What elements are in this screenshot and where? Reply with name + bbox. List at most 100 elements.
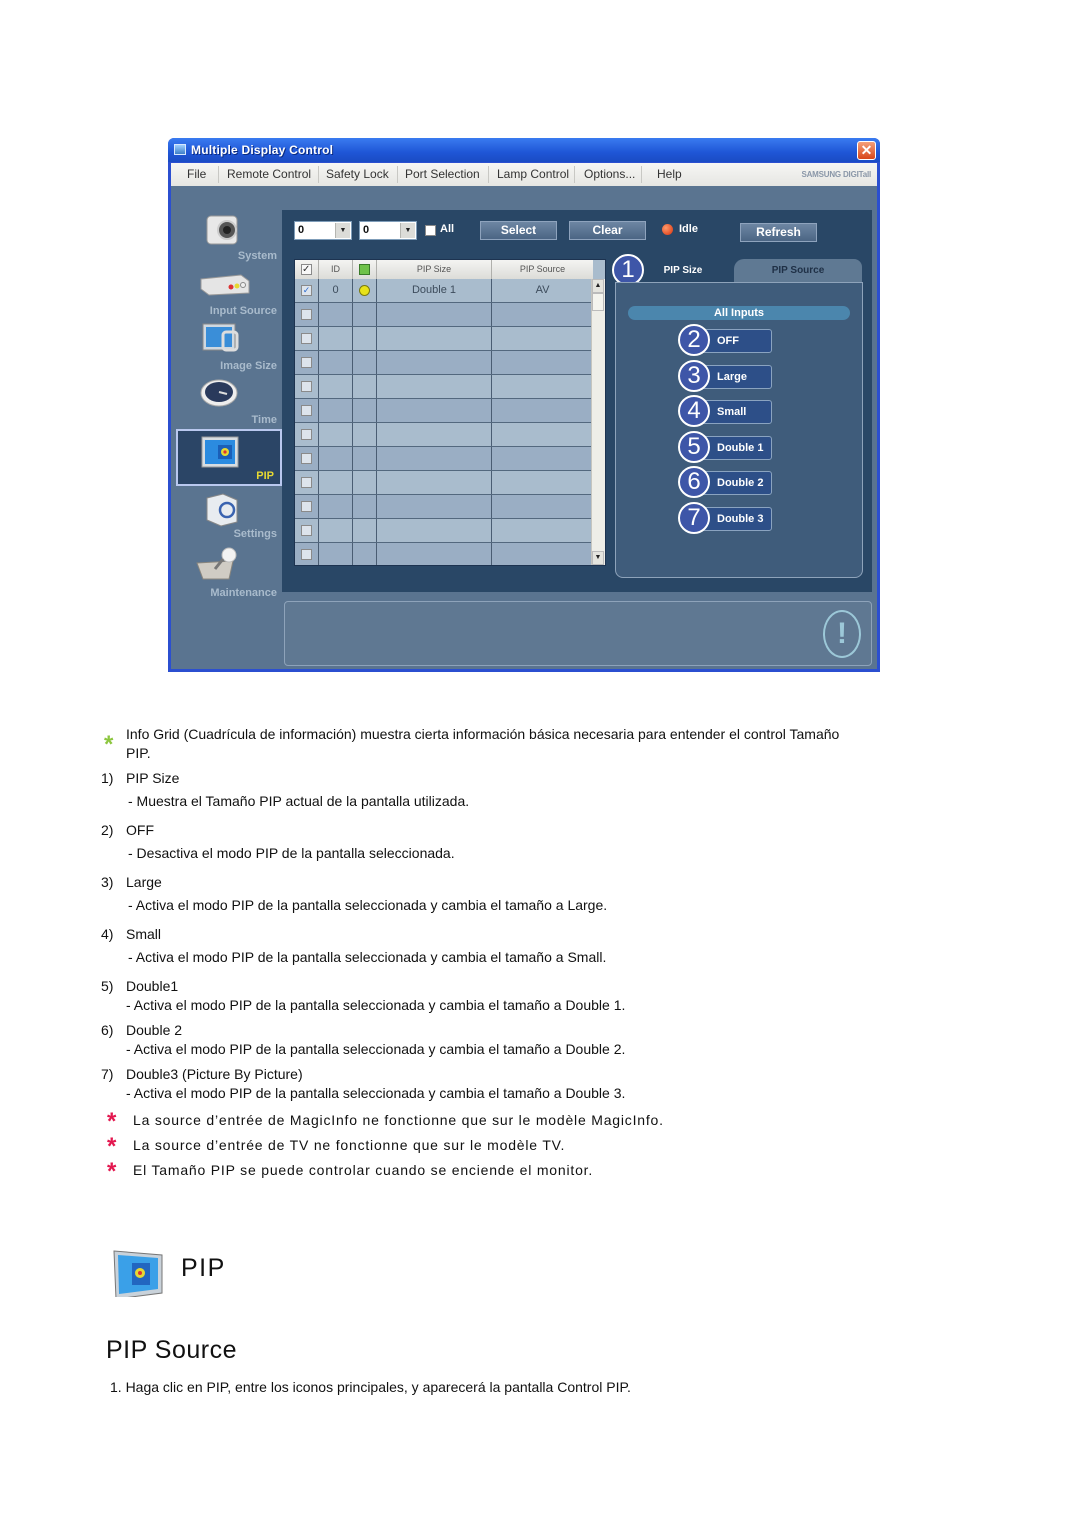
menu-safety-lock[interactable]: Safety Lock bbox=[326, 167, 389, 181]
pip-size-cell bbox=[377, 519, 492, 542]
row-select-cell bbox=[295, 543, 319, 565]
pip-size-cell bbox=[377, 399, 492, 422]
row-checkbox[interactable] bbox=[301, 453, 312, 464]
row-checkbox[interactable] bbox=[301, 357, 312, 368]
scroll-down-icon[interactable]: ▼ bbox=[592, 551, 604, 565]
row-select-cell bbox=[295, 471, 319, 494]
column-header-pip-size: PIP Size bbox=[377, 260, 492, 279]
power-cell bbox=[353, 519, 377, 542]
row-checkbox[interactable] bbox=[301, 549, 312, 560]
power-cell bbox=[353, 447, 377, 470]
pip-size-cell bbox=[377, 543, 492, 565]
table-row[interactable] bbox=[295, 519, 593, 543]
table-row[interactable] bbox=[295, 423, 593, 447]
table-row[interactable] bbox=[295, 399, 593, 423]
scroll-up-icon[interactable]: ▲ bbox=[592, 279, 604, 293]
scroll-thumb[interactable] bbox=[592, 293, 604, 311]
tab-pip-size[interactable]: PIP Size bbox=[640, 259, 726, 283]
row-select-cell bbox=[295, 375, 319, 398]
row-checkbox[interactable] bbox=[301, 309, 312, 320]
tab-pip-source[interactable]: PIP Source bbox=[734, 259, 862, 282]
warning-icon: ! bbox=[823, 610, 861, 658]
item-description: - Activa el modo PIP de la pantalla sele… bbox=[128, 897, 608, 913]
sidebar-item-image-size[interactable]: Image Size bbox=[177, 320, 283, 374]
sidebar-item-time[interactable]: Time bbox=[177, 374, 283, 428]
control-panel: 0 ▼ 0 ▼ All Select Clear Idle Refresh ✓ bbox=[282, 210, 872, 592]
row-select-cell bbox=[295, 519, 319, 542]
table-row[interactable] bbox=[295, 471, 593, 495]
select-all-column-header[interactable]: ✓ bbox=[295, 260, 319, 279]
pip-size-cell bbox=[377, 327, 492, 350]
pip-source-cell bbox=[492, 495, 593, 518]
sidebar-item-maintenance[interactable]: Maintenance bbox=[177, 543, 283, 601]
chevron-down-icon[interactable]: ▼ bbox=[400, 223, 415, 238]
menu-remote-control[interactable]: Remote Control bbox=[227, 167, 311, 181]
settings-cube-icon bbox=[206, 493, 238, 527]
table-row[interactable] bbox=[295, 495, 593, 519]
row-checkbox[interactable] bbox=[301, 381, 312, 392]
menu-options[interactable]: Options... bbox=[584, 167, 635, 181]
id-cell: 0 bbox=[319, 279, 353, 302]
chevron-down-icon[interactable]: ▼ bbox=[335, 223, 350, 238]
power-cell bbox=[353, 423, 377, 446]
menu-port-selection[interactable]: Port Selection bbox=[405, 167, 480, 181]
pip-monitor-icon bbox=[113, 1250, 163, 1297]
id-cell bbox=[319, 375, 353, 398]
sidebar-item-pip[interactable]: PIP bbox=[176, 429, 282, 486]
maintenance-icon bbox=[196, 547, 237, 580]
menu-file[interactable]: File bbox=[187, 167, 206, 181]
title-bar[interactable]: Multiple Display Control ✕ bbox=[168, 138, 880, 162]
item-description: - Activa el modo PIP de la pantalla sele… bbox=[126, 997, 626, 1013]
combo-value: 0 bbox=[363, 224, 370, 236]
item-description: - Activa el modo PIP de la pantalla sele… bbox=[126, 1085, 626, 1101]
sidebar-label: Maintenance bbox=[210, 587, 277, 599]
column-header-pip-source: PIP Source bbox=[519, 264, 566, 274]
grid-scrollbar[interactable]: ▲ ▼ bbox=[591, 279, 605, 565]
monitor-resize-icon bbox=[202, 323, 239, 352]
menu-help[interactable]: Help bbox=[657, 167, 682, 181]
row-select-cell: ✓ bbox=[295, 279, 319, 302]
pip-source-cell bbox=[492, 543, 593, 565]
item-description: - Activa el modo PIP de la pantalla sele… bbox=[126, 1041, 626, 1057]
power-cell bbox=[353, 375, 377, 398]
pip-source-cell bbox=[492, 303, 593, 326]
sidebar-item-system[interactable]: System bbox=[177, 210, 283, 264]
table-row[interactable] bbox=[295, 375, 593, 399]
id-range-start-combo[interactable]: 0 ▼ bbox=[294, 221, 352, 240]
id-range-end-combo[interactable]: 0 ▼ bbox=[359, 221, 417, 240]
item-number: 4) bbox=[101, 926, 114, 942]
close-button[interactable]: ✕ bbox=[857, 141, 876, 160]
row-checkbox[interactable] bbox=[301, 525, 312, 536]
table-row[interactable] bbox=[295, 447, 593, 471]
callout-badge-3: 3 bbox=[678, 359, 710, 392]
clear-button[interactable]: Clear bbox=[569, 221, 646, 240]
row-checkbox[interactable] bbox=[301, 429, 312, 440]
pip-source-cell bbox=[492, 327, 593, 350]
table-row[interactable] bbox=[295, 351, 593, 375]
row-checkbox[interactable] bbox=[301, 405, 312, 416]
sidebar-item-settings[interactable]: Settings bbox=[177, 488, 283, 542]
row-checkbox[interactable]: ✓ bbox=[301, 285, 312, 296]
power-cell bbox=[353, 543, 377, 565]
note-text: El Tamaño PIP se puede controlar cuando … bbox=[133, 1162, 594, 1178]
row-checkbox[interactable] bbox=[301, 501, 312, 512]
menu-lamp-control[interactable]: Lamp Control bbox=[497, 167, 569, 181]
refresh-button[interactable]: Refresh bbox=[740, 223, 817, 242]
column-header-id: ID bbox=[319, 260, 353, 279]
note-text: La source d’entrée de TV ne fonctionne q… bbox=[133, 1137, 566, 1153]
item-title: Large bbox=[126, 874, 162, 890]
table-row[interactable] bbox=[295, 327, 593, 351]
all-checkbox[interactable] bbox=[425, 225, 436, 236]
item-number: 7) bbox=[101, 1066, 114, 1082]
sidebar-label: Image Size bbox=[220, 360, 277, 372]
table-row[interactable] bbox=[295, 303, 593, 327]
pip-source-cell bbox=[492, 447, 593, 470]
pip-size-cell bbox=[377, 495, 492, 518]
table-row[interactable]: ✓ 0 Double 1 AV bbox=[295, 279, 593, 303]
sidebar-item-input-source[interactable]: Input Source bbox=[177, 265, 283, 319]
row-checkbox[interactable] bbox=[301, 333, 312, 344]
pip-source-cell bbox=[492, 423, 593, 446]
select-button[interactable]: Select bbox=[480, 221, 557, 240]
table-row[interactable] bbox=[295, 543, 593, 565]
row-checkbox[interactable] bbox=[301, 477, 312, 488]
